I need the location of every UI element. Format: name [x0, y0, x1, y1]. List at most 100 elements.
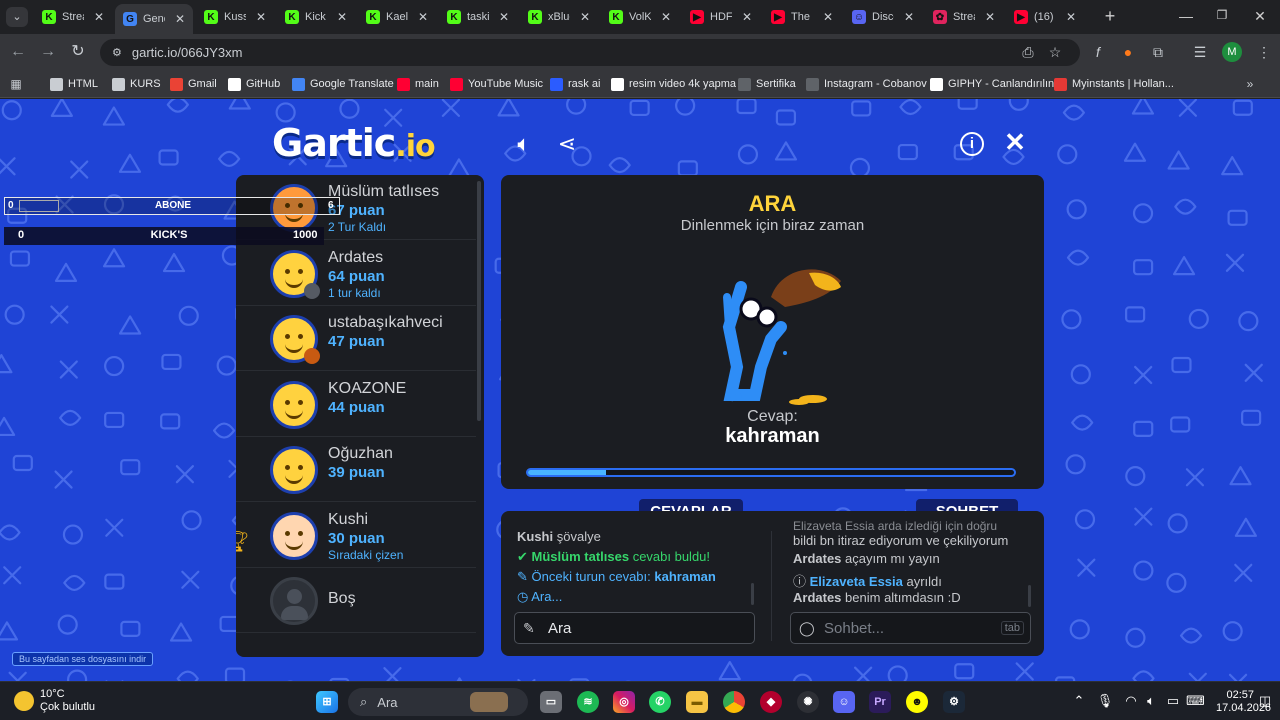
tab-close-icon[interactable]: ✕	[661, 10, 671, 24]
taskbar-clock[interactable]: 02:57 17.04.2026	[1216, 689, 1271, 715]
bookmark-item[interactable]: GIPHY - Canlandırılın	[930, 76, 1054, 92]
tab-close-icon[interactable]: ✕	[1066, 10, 1076, 24]
back-icon[interactable]: ←	[8, 42, 28, 62]
bookmark-item[interactable]: Sertifika	[738, 76, 796, 92]
menu-kebab-icon[interactable]: ⋮	[1254, 42, 1274, 62]
file-explorer-icon[interactable]: ▬	[686, 691, 708, 713]
info-icon[interactable]: i	[960, 132, 984, 156]
reload-icon[interactable]: ↻	[68, 42, 88, 62]
browser-tab[interactable]: ▶ (16) : ✕	[1006, 4, 1084, 30]
tab-close-icon[interactable]: ✕	[742, 10, 752, 24]
minimize-icon[interactable]: —	[1176, 8, 1196, 26]
bookmark-item[interactable]: KURS	[112, 76, 161, 92]
site-info-icon[interactable]: ⚙	[112, 46, 122, 59]
close-game-icon[interactable]: ✕	[1002, 127, 1028, 158]
sound-icon[interactable]: 🔈︎	[510, 131, 538, 157]
extensions-puzzle-icon[interactable]: ⧉	[1148, 42, 1168, 62]
keyboard-icon[interactable]: ⌨	[1186, 693, 1205, 709]
bookmark-star-icon[interactable]: ☆	[1045, 42, 1065, 62]
extension-orange-icon[interactable]: ●	[1118, 42, 1138, 62]
battery-icon[interactable]: ▭	[1164, 693, 1182, 709]
extension-fx-icon[interactable]: f	[1088, 42, 1108, 62]
whatsapp-icon[interactable]: ✆	[649, 691, 671, 713]
app-red-icon[interactable]: ◆	[760, 691, 782, 713]
player-row[interactable]: ustabaşıkahveci 47 puan	[236, 306, 476, 371]
chat-scrollbar[interactable]	[1028, 585, 1031, 607]
browser-tab[interactable]: KxBlue ✕	[520, 4, 598, 30]
volume-icon[interactable]: 🔈︎	[1142, 693, 1160, 709]
browser-tab[interactable]: G Gene ✕	[115, 4, 193, 34]
spotify-icon[interactable]: ≋	[577, 691, 599, 713]
taskbar-search[interactable]: ⌕ Ara	[348, 688, 528, 716]
tab-close-icon[interactable]: ✕	[337, 10, 347, 24]
browser-tab[interactable]: Ktaski ✕	[439, 4, 517, 30]
tab-close-icon[interactable]: ✕	[823, 10, 833, 24]
tab-close-icon[interactable]: ✕	[175, 12, 185, 26]
player-row[interactable]: Ardates 64 puan 1 tur kaldı	[236, 241, 476, 306]
forward-icon[interactable]: →	[38, 42, 58, 62]
download-audio-note[interactable]: Bu sayfadan ses dosyasını indir	[12, 652, 154, 666]
address-bar[interactable]: ⚙ gartic.io/066JY3xm	[100, 39, 1080, 66]
profile-avatar[interactable]: M	[1222, 42, 1242, 62]
notification-icon[interactable]: ◫	[1256, 693, 1274, 709]
browser-tab[interactable]: K Kick ✕	[277, 4, 355, 30]
tab-close-icon[interactable]: ✕	[985, 10, 995, 24]
tab-close-icon[interactable]: ✕	[580, 10, 590, 24]
chat-input[interactable]: ◯ Sohbet... tab	[790, 612, 1031, 644]
tab-title: The l	[791, 11, 813, 23]
tab-close-icon[interactable]: ✕	[256, 10, 266, 24]
task-view-icon[interactable]: ▭	[540, 691, 562, 713]
players-scrollbar[interactable]	[477, 181, 481, 421]
browser-tab[interactable]: K Kuss ✕	[196, 4, 274, 30]
steam-icon[interactable]: ⚙	[943, 691, 965, 713]
new-tab-button[interactable]: +	[1100, 6, 1120, 26]
microphone-icon[interactable]: 🎙︎	[1096, 693, 1114, 709]
bookmark-item[interactable]: Google Translate	[292, 76, 394, 92]
player-row[interactable]: Boş	[236, 568, 476, 633]
discord-icon[interactable]: ☺	[833, 691, 855, 713]
share-icon[interactable]: ⋖	[554, 131, 580, 157]
more-bookmarks-icon[interactable]: »	[1240, 74, 1260, 94]
browser-tab[interactable]: ☺ Disco ✕	[844, 4, 922, 30]
bookmark-item[interactable]: HTML	[50, 76, 98, 92]
tab-close-icon[interactable]: ✕	[418, 10, 428, 24]
browser-tab[interactable]: ✿ Strea ✕	[925, 4, 1003, 30]
chrome-icon[interactable]	[723, 691, 745, 713]
bookmark-item[interactable]: main	[397, 76, 439, 92]
answer-input[interactable]: ✎ Ara	[514, 612, 755, 644]
reading-list-icon[interactable]: ☰	[1190, 42, 1210, 62]
tab-close-icon[interactable]: ✕	[904, 10, 914, 24]
bookmark-item[interactable]: Instagram - Cobanov	[806, 76, 927, 92]
bookmark-item[interactable]: GitHub	[228, 76, 280, 92]
browser-tab[interactable]: K Strea ✕	[34, 4, 112, 30]
wifi-icon[interactable]: ◠	[1122, 693, 1140, 709]
tab-close-icon[interactable]: ✕	[94, 10, 104, 24]
tab-close-icon[interactable]: ✕	[499, 10, 509, 24]
premiere-icon[interactable]: Pr	[869, 691, 891, 713]
browser-tab[interactable]: K VolKi ✕	[601, 4, 679, 30]
start-windows-icon[interactable]: ⊞	[316, 691, 338, 713]
answers-scrollbar[interactable]	[751, 583, 754, 605]
restore-icon[interactable]: ❐	[1212, 8, 1232, 26]
bookmark-item[interactable]: rask ai	[550, 76, 600, 92]
bookmark-item[interactable]: Gmail	[170, 76, 217, 92]
tray-expand-icon[interactable]: ⌃	[1070, 693, 1088, 709]
player-row[interactable]: KOAZONE 44 puan	[236, 372, 476, 437]
browser-tab[interactable]: ▶ HDFi ✕	[682, 4, 760, 30]
weather-widget[interactable]: 10°C Çok bulutlu	[14, 688, 95, 714]
bookmark-item[interactable]: Myinstants | Hollan...	[1054, 76, 1174, 92]
close-window-icon[interactable]: ✕	[1250, 8, 1270, 26]
apps-grid-icon[interactable]: ▦	[6, 74, 26, 94]
player-row[interactable]: Oğuzhan 39 puan	[236, 437, 476, 502]
openai-icon[interactable]: ✺	[797, 691, 819, 713]
browser-tab[interactable]: ▶ The l ✕	[763, 4, 841, 30]
browser-tab[interactable]: K Kaeli ✕	[358, 4, 436, 30]
player-row[interactable]: 🏆︎ Kushi 30 puan Sıradaki çizen	[236, 503, 476, 568]
bookmark-item[interactable]: resim video 4k yapma	[611, 76, 736, 92]
tab-search-chevron-icon[interactable]: ⌄	[6, 7, 28, 27]
bookmark-item[interactable]: YouTube Music	[450, 76, 543, 92]
instagram-icon[interactable]: ◎	[613, 691, 635, 713]
doodle-shape	[0, 524, 21, 541]
install-app-icon[interactable]: ⎙	[1018, 42, 1038, 62]
snapchat-icon[interactable]: ☻	[906, 691, 928, 713]
